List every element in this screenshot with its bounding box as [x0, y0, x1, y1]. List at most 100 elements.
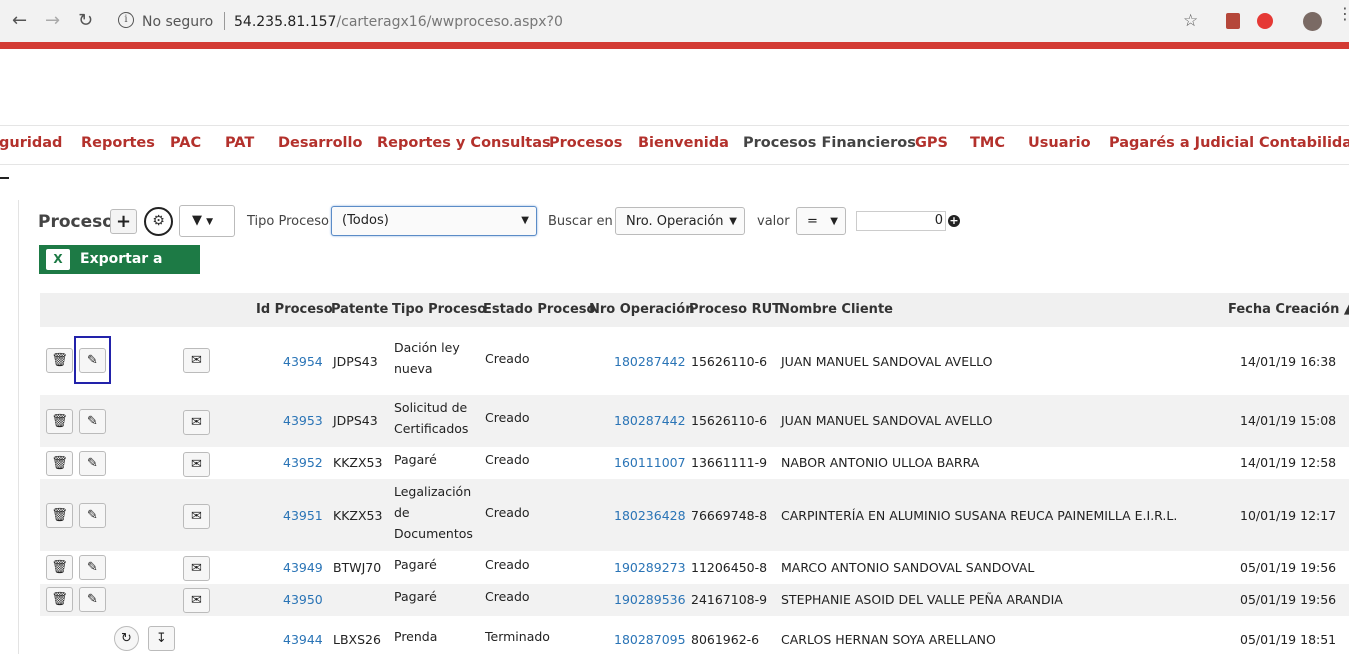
nro-operacion-link[interactable]: 190289536 — [614, 592, 686, 607]
edit-pencil-icon[interactable]: ✎ — [79, 503, 106, 528]
chevron-down-icon: ▼ — [521, 215, 529, 226]
profile-avatar[interactable] — [1303, 12, 1322, 31]
patente-cell: KKZX53 — [333, 455, 383, 470]
menu-item-reportes[interactable]: Reportes — [81, 135, 155, 151]
nombre-cell: MARCO ANTONIO SANDOVAL SANDOVAL — [781, 560, 1035, 575]
menu-item-procesos[interactable]: Procesos — [549, 135, 622, 151]
tipo-proceso-label: Tipo Proceso — [247, 214, 329, 229]
edit-pencil-icon[interactable]: ✎ — [79, 409, 106, 434]
trash-icon[interactable]: 🗑 — [46, 503, 73, 528]
download-document-icon[interactable]: ↧ — [148, 626, 175, 651]
bookmark-star-icon[interactable]: ☆ — [1183, 11, 1198, 31]
col-fecha-creacion[interactable]: Fecha Creación ▲ — [1228, 302, 1349, 317]
reload-icon[interactable]: ↻ — [78, 11, 93, 31]
menu-item-pat[interactable]: PAT — [225, 135, 254, 151]
tipo-proceso-value: (Todos) — [342, 213, 389, 228]
back-icon[interactable]: ← — [12, 11, 27, 31]
chevron-down-icon: ▼ — [729, 216, 737, 227]
id-proceso-link[interactable]: 43951 — [283, 508, 323, 523]
id-proceso-link[interactable]: 43952 — [283, 455, 323, 470]
buscar-en-label: Buscar en — [548, 214, 613, 229]
security-status: No seguro — [142, 14, 214, 30]
rut-cell: 76669748-8 — [691, 508, 768, 523]
col-patente[interactable]: Patente — [331, 302, 388, 317]
id-proceso-link[interactable]: 43950 — [283, 592, 323, 607]
menu-item-tmc[interactable]: TMC — [970, 135, 1005, 151]
menu-item-contabilidad[interactable]: Contabilidad — [1259, 135, 1349, 151]
table-row: 🗑 ✎ ✉ 43953 JDPS43 Solicitud de Certific… — [40, 395, 1349, 447]
menu-item-gps[interactable]: GPS — [915, 135, 948, 151]
estado-cell: Creado — [485, 557, 530, 572]
nro-operacion-link[interactable]: 180287442 — [614, 413, 686, 428]
nro-operacion-link[interactable]: 160111007 — [614, 455, 686, 470]
edit-pencil-icon[interactable]: ✎ — [79, 587, 106, 612]
settings-gear-icon[interactable]: ⚙ — [144, 207, 173, 236]
nro-operacion-link[interactable]: 180236428 — [614, 508, 686, 523]
id-proceso-link[interactable]: 43949 — [283, 560, 323, 575]
trash-icon[interactable]: 🗑 — [46, 451, 73, 476]
rut-cell: 15626110-6 — [691, 354, 768, 369]
menu-item-pagares-judicial[interactable]: Pagarés a Judicial — [1109, 135, 1254, 151]
tipo-proceso-cell: Pagaré — [394, 557, 437, 572]
nombre-cell: JUAN MANUEL SANDOVAL AVELLO — [781, 413, 993, 428]
menu-item-pac[interactable]: PAC — [170, 135, 201, 151]
email-send-icon[interactable]: ✉ — [183, 348, 210, 373]
nro-operacion-link[interactable]: 180287442 — [614, 354, 686, 369]
tipo-proceso-cell: Dación ley nueva — [394, 340, 460, 376]
col-nro-operacion[interactable]: Nro Operación — [589, 302, 694, 317]
email-send-icon[interactable]: ✉ — [183, 504, 210, 529]
value-input[interactable]: 0 — [856, 211, 946, 231]
patente-cell: LBXS26 — [333, 632, 381, 647]
col-nombre-cliente[interactable]: Nombre Cliente — [779, 302, 893, 317]
trash-icon[interactable]: 🗑 — [46, 587, 73, 612]
tipo-proceso-cell: Prenda — [394, 629, 438, 644]
id-proceso-link[interactable]: 43944 — [283, 632, 323, 647]
table-row: 🗑 ✎ ✉ 43952 KKZX53 Pagaré Creado 1601110… — [40, 447, 1349, 479]
tipo-proceso-cell: Pagaré — [394, 589, 437, 604]
col-tipo-proceso[interactable]: Tipo Proceso — [392, 302, 486, 317]
patente-cell: JDPS43 — [333, 354, 378, 369]
col-proceso-rut[interactable]: Proceso RUT — [689, 302, 781, 317]
filter-button[interactable]: ▼ ▼ — [179, 205, 235, 237]
edit-pencil-icon[interactable]: ✎ — [79, 555, 106, 580]
trash-icon[interactable]: 🗑 — [46, 555, 73, 580]
col-estado-proceso[interactable]: Estado Proceso — [483, 302, 595, 317]
menu-item-reportes-consultas[interactable]: Reportes y Consultas — [377, 135, 551, 151]
patente-cell: KKZX53 — [333, 508, 383, 523]
browser-menu-icon[interactable]: ⋮ — [1337, 6, 1349, 22]
menu-item-usuario[interactable]: Usuario — [1028, 135, 1091, 151]
chevron-down-icon: ▼ — [830, 216, 838, 227]
add-button[interactable]: + — [110, 209, 137, 234]
forward-icon[interactable]: → — [45, 11, 60, 31]
extension-icon[interactable] — [1257, 13, 1273, 29]
email-send-icon[interactable]: ✉ — [183, 452, 210, 477]
table-header: Id Proceso Patente Tipo Proceso Estado P… — [40, 293, 1349, 327]
menu-item-bienvenida[interactable]: Bienvenida — [638, 135, 729, 151]
info-icon[interactable]: i — [118, 12, 134, 28]
refresh-icon[interactable]: ↻ — [114, 626, 139, 651]
add-filter-icon[interactable]: + — [948, 215, 960, 227]
address-bar[interactable]: i No seguro 54.235.81.157/carteragx16/ww… — [108, 8, 1208, 36]
buscar-en-select[interactable]: Nro. Operación ▼ — [615, 207, 745, 235]
menu-item-seguridad[interactable]: guridad — [0, 135, 62, 151]
patente-cell: BTWJ70 — [333, 560, 382, 575]
id-proceso-link[interactable]: 43953 — [283, 413, 323, 428]
edit-pencil-icon[interactable]: ✎ — [79, 451, 106, 476]
nro-operacion-link[interactable]: 190289273 — [614, 560, 686, 575]
operator-select[interactable]: = ▼ — [796, 207, 846, 235]
menu-item-procesos-financieros[interactable]: Procesos Financieros — [743, 135, 916, 151]
id-proceso-link[interactable]: 43954 — [283, 354, 323, 369]
col-id-proceso[interactable]: Id Proceso — [256, 302, 333, 317]
pdf-extension-icon[interactable] — [1226, 13, 1240, 29]
trash-icon[interactable]: 🗑 — [46, 348, 73, 373]
email-send-icon[interactable]: ✉ — [183, 588, 210, 613]
trash-icon[interactable]: 🗑 — [46, 409, 73, 434]
nro-operacion-link[interactable]: 180287095 — [614, 632, 686, 647]
divider — [18, 200, 19, 654]
menu-item-desarrollo[interactable]: Desarrollo — [278, 135, 362, 151]
email-send-icon[interactable]: ✉ — [183, 556, 210, 581]
tipo-proceso-select[interactable]: (Todos) ▼ — [331, 206, 537, 236]
email-send-icon[interactable]: ✉ — [183, 410, 210, 435]
export-excel-button[interactable]: X Exportar a Excel — [39, 245, 200, 296]
table-row: 🗑 ✎ ✉ 43951 KKZX53 Legalización de Docum… — [40, 479, 1349, 551]
